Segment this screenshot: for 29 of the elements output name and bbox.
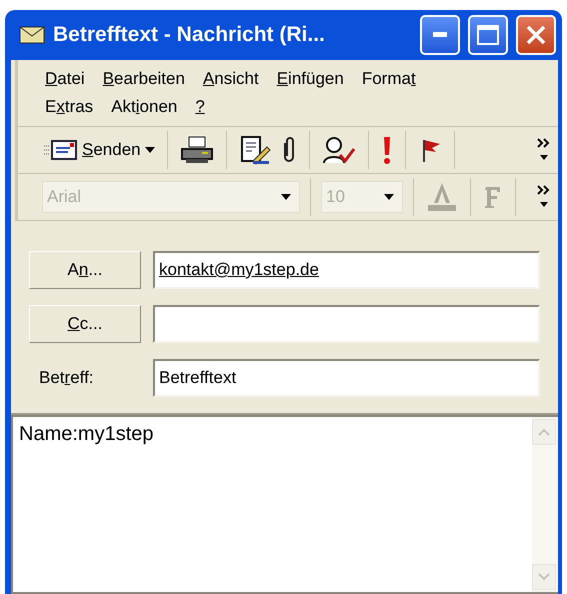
close-button[interactable]: [516, 15, 556, 55]
input-field[interactable]: [153, 305, 540, 343]
close-icon: [525, 24, 547, 46]
send-button[interactable]: Senden: [42, 136, 157, 164]
input-field[interactable]: Betrefftext: [153, 359, 540, 397]
message-text: Name:my1step: [18, 422, 154, 447]
minimize-icon: [433, 32, 447, 38]
message-body[interactable]: Name:my1step: [11, 415, 558, 594]
envelope-icon: [19, 26, 45, 44]
menu-item[interactable]: Datei: [38, 66, 92, 92]
caret-icon: [281, 194, 291, 200]
menu-item[interactable]: Bearbeiten: [96, 66, 192, 92]
maximize-button[interactable]: [468, 15, 508, 55]
input-field[interactable]: kontakt@my1step.de: [153, 251, 540, 289]
envelope-icon: [44, 138, 78, 162]
caret-icon: [144, 147, 155, 153]
menu-item[interactable]: ?: [188, 94, 212, 120]
maximize-icon: [476, 24, 500, 46]
menu-item[interactable]: Aktionen: [104, 94, 184, 120]
field-label: Betreff:: [38, 368, 95, 388]
menu-item[interactable]: Einfügen: [270, 66, 351, 92]
address-button[interactable]: Cc...: [29, 305, 141, 343]
caret-icon: [384, 194, 394, 200]
menu-item[interactable]: Format: [354, 66, 423, 92]
menu-item[interactable]: Ansicht: [196, 66, 266, 92]
menu-item[interactable]: Extras: [38, 94, 100, 120]
address-button[interactable]: An...: [29, 251, 141, 289]
window-title: Betrefftext - Nachricht (Ri...: [53, 23, 326, 47]
minimize-button[interactable]: [420, 15, 460, 55]
